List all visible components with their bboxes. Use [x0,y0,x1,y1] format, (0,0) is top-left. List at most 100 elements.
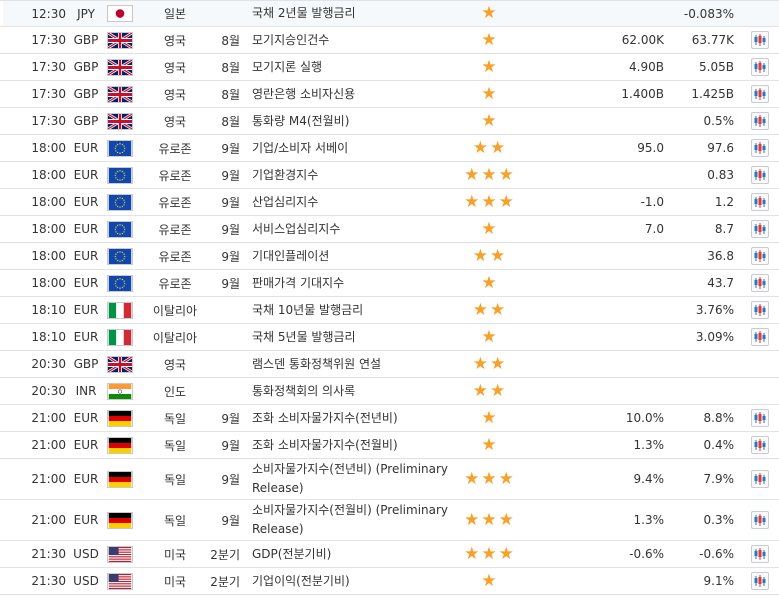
chart-cell [749,351,771,377]
calendar-row[interactable]: 18:00 EUR 유로존 9월 기대인플레이션 ★ ★ 36.8 [0,243,779,270]
event-name[interactable]: 국채 10년물 발행금리 [252,297,457,323]
event-time: 21:30 [31,547,66,561]
actual-value: 4.90B [629,60,664,74]
importance-star-icon: ★ [472,299,488,320]
importance-star-icon: ★ [481,110,497,131]
event-name[interactable]: 국채 5년물 발행금리 [252,324,457,350]
calendar-row[interactable]: 17:30 GBP 영국 8월 모기지승인건수 ★ 62.00K 63.77K [0,27,779,54]
candlestick-chart-icon[interactable] [751,470,769,488]
actual-value: 62.00K [621,33,664,47]
india-flag-icon [107,382,133,400]
candlestick-chart-icon[interactable] [751,58,769,76]
chart-cell [749,405,771,431]
calendar-row[interactable]: 18:00 EUR 유로존 9월 기업/소비자 서베이 ★ ★ 95.0 97.6 [0,135,779,162]
forecast-value: 0.83 [707,168,734,182]
calendar-row[interactable]: 18:00 EUR 유로존 9월 기업환경지수 ★ ★ ★ 0.83 [0,162,779,189]
currency-code: EUR [73,141,99,155]
event-name[interactable]: 소비자물가지수(전월비) (Preliminary Release) [252,500,457,540]
period-label: 9월 [221,438,240,453]
candlestick-chart-icon[interactable] [751,409,769,427]
importance-stars: ★ [458,324,520,350]
calendar-row[interactable]: 12:30 JPY 일본 국채 2년물 발행금리 ★ -0.083% [0,0,779,27]
importance-stars: ★ ★ ★ [458,541,520,567]
calendar-row[interactable]: 17:30 GBP 영국 8월 통화량 M4(전월비) ★ 0.5% [0,108,779,135]
event-name[interactable]: 통화정책회의 의사록 [252,378,457,404]
event-name[interactable]: 조화 소비자물가지수(전월비) [252,432,457,458]
candlestick-chart-icon[interactable] [751,193,769,211]
candlestick-chart-icon[interactable] [751,85,769,103]
candlestick-chart-icon[interactable] [751,436,769,454]
chart-cell [749,270,771,296]
event-name[interactable]: GDP(전분기비) [252,541,457,567]
calendar-row[interactable]: 21:00 EUR 독일 9월 조화 소비자물가지수(전월비) ★ 1.3% 0.4% [0,432,779,459]
calendar-row[interactable]: 20:30 GBP 영국 램스덴 통화정책위원 연설 ★ ★ [0,351,779,378]
calendar-row[interactable]: 18:00 EUR 유로존 9월 서비스업심리지수 ★ 7.0 8.7 [0,216,779,243]
calendar-row[interactable]: 21:00 EUR 독일 9월 조화 소비자물가지수(전년비) ★ 10.0% 8.8% [0,405,779,432]
flag-cell [106,378,134,404]
flag-cell [106,162,134,188]
actual-value [560,324,664,350]
event-name[interactable]: 산업심리지수 [252,189,457,215]
importance-star-icon: ★ [481,83,497,104]
event-time: 17:30 [31,60,66,74]
event-name[interactable]: 판매가격 기대지수 [252,270,457,296]
event-name[interactable]: 기업이익(전분기비) [252,568,457,594]
event-name[interactable]: 국채 2년물 발행금리 [252,1,457,26]
candlestick-chart-icon[interactable] [751,545,769,563]
importance-star-icon: ★ [481,164,497,185]
event-name[interactable]: 영란은행 소비자신용 [252,81,457,107]
event-name[interactable]: 모기지론 실행 [252,54,457,80]
event-name[interactable]: 램스덴 통화정책위원 연설 [252,351,457,377]
calendar-row[interactable]: 21:30 USD 미국 2분기 기업이익(전분기비) ★ 9.1% [0,568,779,595]
importance-star-icon: ★ [481,543,497,564]
eu-flag-icon [107,139,133,157]
candlestick-chart-icon[interactable] [751,572,769,590]
candlestick-chart-icon[interactable] [751,139,769,157]
candlestick-chart-icon[interactable] [751,166,769,184]
chart-cell [749,568,771,594]
actual-value: 9.4% [633,472,665,486]
importance-star-icon: ★ [472,380,488,401]
event-name[interactable]: 기업환경지수 [252,162,457,188]
forecast-value: 3.09% [695,330,734,344]
calendar-row[interactable]: 18:00 EUR 유로존 9월 산업심리지수 ★ ★ ★ -1.0 1.2 [0,189,779,216]
flag-cell [106,459,134,499]
candlestick-chart-icon[interactable] [751,274,769,292]
currency-code: GBP [73,33,99,47]
flag-cell [106,568,134,594]
calendar-row[interactable]: 21:30 USD 미국 2분기 GDP(전분기비) ★ ★ ★ -0.6% -0.6% [0,541,779,568]
calendar-row[interactable]: 17:30 GBP 영국 8월 모기지론 실행 ★ 4.90B 5.05B [0,54,779,81]
importance-star-icon: ★ [464,468,480,489]
candlestick-chart-icon[interactable] [751,328,769,346]
uk-flag-icon [107,355,133,373]
event-name[interactable]: 모기지승인건수 [252,27,457,53]
forecast-value: 0.3% [703,513,735,527]
event-name[interactable]: 서비스업심리지수 [252,216,457,242]
candlestick-chart-icon[interactable] [751,301,769,319]
event-name[interactable]: 조화 소비자물가지수(전년비) [252,405,457,431]
importance-star-icon: ★ [472,245,488,266]
period-label [200,351,240,377]
calendar-row[interactable]: 18:00 EUR 유로존 9월 판매가격 기대지수 ★ 43.7 [0,270,779,297]
calendar-row[interactable]: 21:00 EUR 독일 9월 소비자물가지수(전월비) (Preliminary Re… [0,500,779,541]
calendar-row[interactable]: 18:10 EUR 이탈리아 국채 5년물 발행금리 ★ 3.09% [0,324,779,351]
candlestick-chart-icon[interactable] [751,112,769,130]
calendar-row[interactable]: 20:30 INR 인도 통화정책회의 의사록 ★ ★ [0,378,779,405]
event-name[interactable]: 기대인플레이션 [252,243,457,269]
importance-star-icon: ★ [464,191,480,212]
calendar-row[interactable]: 17:30 GBP 영국 8월 영란은행 소비자신용 ★ 1.400B 1.425B [0,81,779,108]
candlestick-chart-icon[interactable] [751,511,769,529]
importance-stars: ★ [458,568,520,594]
importance-star-icon: ★ [464,543,480,564]
candlestick-chart-icon[interactable] [751,31,769,49]
candlestick-chart-icon[interactable] [751,220,769,238]
importance-star-icon: ★ [472,353,488,374]
calendar-row[interactable]: 21:00 EUR 독일 9월 소비자물가지수(전년비) (Preliminary Re… [0,459,779,500]
event-name[interactable]: 기업/소비자 서베이 [252,135,457,161]
flag-cell [106,243,134,269]
calendar-row[interactable]: 18:10 EUR 이탈리아 국채 10년물 발행금리 ★ ★ 3.76% [0,297,779,324]
forecast-value [664,378,734,404]
event-name[interactable]: 소비자물가지수(전년비) (Preliminary Release) [252,459,457,499]
event-name[interactable]: 통화량 M4(전월비) [252,108,457,134]
candlestick-chart-icon[interactable] [751,247,769,265]
